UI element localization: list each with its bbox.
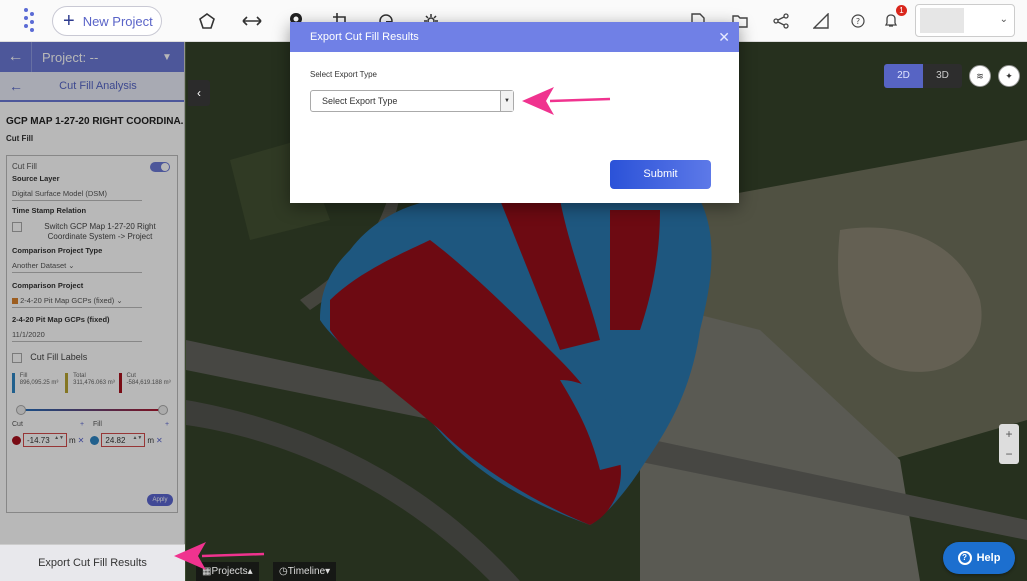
ruler-angle-icon[interactable] [808,8,834,34]
help-label: Help [976,552,1001,564]
caret-down-icon[interactable]: ▼ [500,91,513,111]
modal-title: Export Cut Fill Results [310,31,419,43]
submit-button[interactable]: Submit [610,160,711,189]
left-panel: ← Project: -- ▼ ← Cut Fill Analysis GCP … [0,42,185,581]
app-logo[interactable] [18,6,44,36]
new-project-label: New Project [82,13,153,29]
annotation-arrow-icon [174,542,265,570]
modal-body: Select Export Type Select Export Type ▼ … [290,52,739,203]
plus-icon: + [63,10,75,32]
export-type-select[interactable]: Select Export Type ▼ [310,90,514,112]
new-project-button[interactable]: + New Project [52,6,162,36]
avatar [920,8,964,33]
view-mode-toggle[interactable]: 2D 3D [884,64,962,88]
export-type-label: Select Export Type [310,70,377,79]
polygon-tool-icon[interactable] [194,8,220,34]
zoom-control: + − [999,424,1019,464]
zoom-out-button[interactable]: − [999,444,1019,464]
panel-dim-overlay [0,42,185,581]
export-modal: Export Cut Fill Results ✕ Select Export … [290,22,739,203]
share-icon[interactable] [768,8,794,34]
question-icon: ? [957,551,972,565]
clock-icon: ◷ [279,566,288,577]
caret-down-icon: ▾ [325,566,331,577]
measure-distance-icon[interactable] [239,8,265,34]
close-icon[interactable]: ✕ [718,29,730,46]
export-cut-fill-results-button[interactable]: Export Cut Fill Results [0,544,185,581]
layers-icon[interactable]: ≋ [969,65,991,87]
timeline-button[interactable]: ◷ Timeline ▾ [273,562,337,581]
user-account-dropdown[interactable]: ⌄ [915,4,1015,37]
toggle-2d[interactable]: 2D [884,64,923,88]
notification-badge: 1 [896,5,907,16]
zoom-in-button[interactable]: + [999,424,1019,444]
annotation-arrow-icon [522,87,611,115]
help-circle-icon[interactable]: ? [845,8,871,34]
export-type-placeholder: Select Export Type [322,96,398,106]
collapse-panel-icon[interactable]: ‹ [188,80,210,106]
modal-header: Export Cut Fill Results ✕ [290,22,739,52]
timeline-label: Timeline [287,566,326,577]
toggle-3d[interactable]: 3D [923,64,962,88]
chevron-down-icon: ⌄ [999,14,1008,25]
svg-text:?: ? [856,17,860,26]
help-button[interactable]: ? Help [943,542,1015,574]
basemap-icon[interactable]: ✦ [998,65,1020,87]
